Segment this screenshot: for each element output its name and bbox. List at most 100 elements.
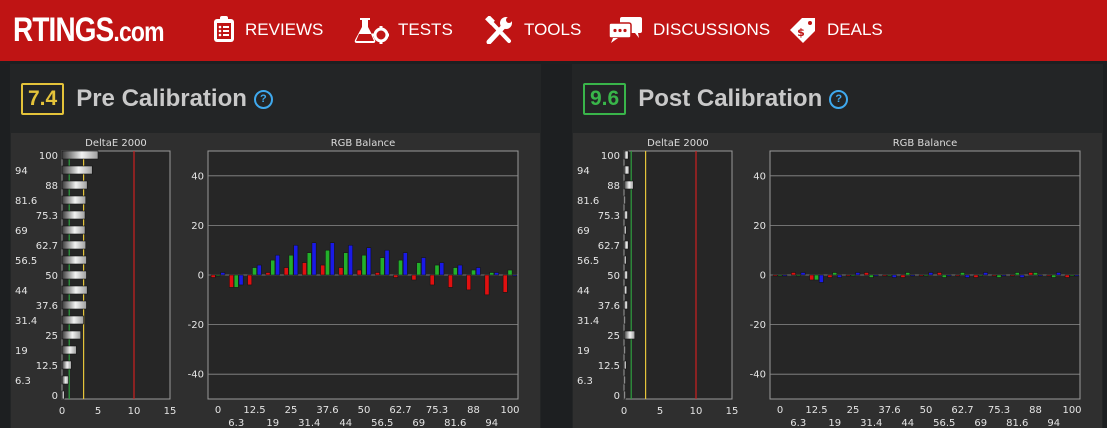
- rgb-x-tick-label: 31.4: [860, 418, 882, 428]
- score-badge: 7.4: [21, 83, 65, 115]
- rgb-x-tick-label: 81.6: [444, 418, 466, 428]
- rgb-bar-red: [882, 274, 888, 277]
- site-logo[interactable]: RTINGS.com: [13, 10, 165, 52]
- rgb-bar-red: [411, 274, 417, 281]
- rgb-x-tick-label: 56.5: [371, 418, 393, 428]
- rgb-bar-blue: [800, 272, 806, 276]
- nav-deals[interactable]: $ DEALS: [788, 15, 883, 45]
- rgb-bar-blue: [1037, 274, 1043, 277]
- rgb-bar-red: [1028, 272, 1034, 276]
- clipboard-icon: [214, 16, 234, 42]
- deltae-bar: [623, 330, 636, 340]
- rgb-bar-blue: [873, 274, 879, 277]
- deltae-category-label: 44: [577, 286, 590, 297]
- deltae-bar: [61, 210, 86, 220]
- rgb-bar-red: [809, 274, 815, 281]
- rgb-bar-green: [379, 257, 385, 276]
- rgb-bar-blue: [782, 274, 788, 277]
- deltae-bar: [623, 180, 634, 190]
- deltae-category-label: 0: [614, 391, 620, 402]
- rgb-bar-green: [1051, 274, 1057, 278]
- rgb-x-tick-label: 37.6: [878, 405, 900, 416]
- deltae-bar: [623, 390, 626, 400]
- deltae-category-label: 75.3: [36, 211, 58, 222]
- deltae-category-label: 81.6: [15, 196, 37, 207]
- rgb-bar-blue: [457, 264, 463, 276]
- rgb-bar-green: [452, 267, 458, 276]
- nav-discussions[interactable]: DISCUSSIONS: [608, 15, 770, 45]
- rgb-y-tick-label: -40: [750, 370, 766, 381]
- deltae-bar: [623, 300, 628, 310]
- rgb-x-tick-label: 62.7: [389, 405, 411, 416]
- rgb-x-tick-label: 100: [500, 405, 519, 416]
- rgb-x-tick-label: 19: [828, 418, 841, 428]
- nav-tests[interactable]: TESTS: [353, 15, 453, 45]
- deltae-category-label: 100: [601, 151, 620, 162]
- rgb-bar-green: [1069, 274, 1075, 277]
- rgb-bar-green: [1014, 272, 1020, 276]
- deltae-category-label: 75.3: [598, 211, 620, 222]
- panel-title: Pre Calibration: [76, 85, 247, 112]
- rgb-x-tick-label: 44: [901, 418, 914, 428]
- deltae-bar: [623, 345, 626, 355]
- nav-reviews[interactable]: REVIEWS: [212, 15, 323, 45]
- rgb-bar-red: [937, 272, 942, 276]
- deltae-bar: [61, 225, 86, 235]
- flask-icon: [354, 18, 389, 44]
- rgb-bar-green: [288, 254, 294, 276]
- rgb-bar-blue: [818, 274, 824, 283]
- rgb-bar-blue: [329, 242, 335, 276]
- rgb-bar-green: [814, 274, 819, 281]
- rgb-bar-red: [973, 274, 979, 278]
- rgb-bar-blue: [1019, 274, 1025, 278]
- rgb-bar-green: [507, 269, 513, 276]
- rgb-bar-blue: [348, 244, 353, 276]
- rgb-bar-red: [320, 264, 326, 276]
- rgb-bar-blue: [256, 264, 262, 276]
- rgb-bar-green: [434, 264, 440, 276]
- deltae-category-label: 88: [607, 181, 620, 192]
- nav-tools[interactable]: TOOLS: [485, 15, 581, 45]
- rgb-y-tick-label: 0: [760, 271, 766, 282]
- help-icon[interactable]: ?: [253, 89, 273, 109]
- deltae-category-label: 37.6: [598, 301, 620, 312]
- rgb-x-tick-label: 81.6: [1006, 418, 1028, 428]
- deltae-bar: [61, 270, 87, 280]
- rgb-bar-red: [791, 272, 796, 276]
- rgb-bar-green: [850, 274, 856, 277]
- top-nav: RTINGS.com REVIEWS TESTS TOOLS DISCUSSIO…: [0, 0, 1107, 61]
- deltae-bar: [623, 150, 629, 160]
- rgb-x-tick-label: 50: [358, 405, 371, 416]
- rgb-bar-blue: [311, 242, 317, 276]
- help-icon[interactable]: ?: [829, 89, 849, 109]
- rgb-bar-red: [900, 274, 906, 278]
- deltae-bar: [61, 330, 82, 340]
- rgb-bar-green: [777, 274, 783, 277]
- rgb-x-tick-label: 62.7: [951, 405, 973, 416]
- rgb-x-tick-label: 75.3: [988, 405, 1010, 416]
- rgb-bar-red: [502, 274, 508, 293]
- rgb-bar-red: [466, 274, 472, 291]
- post-calibration-chart-canvas: DeltaE 2000100948881.675.36962.756.55044…: [577, 138, 1082, 428]
- deltae-category-label: 37.6: [36, 301, 58, 312]
- pre-calibration-panel: 7.4 Pre Calibration ? DeltaE 2000 100 94 88…: [10, 64, 541, 428]
- deltae-bar: [623, 315, 626, 325]
- rgb-x-tick-label: 69: [974, 418, 987, 428]
- rgb-x-tick-label: 6.3: [790, 418, 806, 428]
- deltae-category-label: 12.5: [598, 361, 620, 372]
- deltae-category-label: 19: [15, 346, 28, 357]
- rgb-bar-blue: [238, 274, 244, 286]
- rgb-bar-blue: [1001, 274, 1007, 277]
- rgb-bar-green: [306, 252, 312, 276]
- rgb-bar-red: [283, 267, 289, 276]
- deltae-bar: [623, 270, 628, 280]
- rgb-bar-green: [923, 274, 929, 277]
- deltae-plot-area: [623, 150, 733, 400]
- rgb-x-tick-label: 12.5: [243, 405, 265, 416]
- deltae-category-label: 0: [52, 391, 58, 402]
- rgb-bar-green: [471, 269, 476, 276]
- deltae-category-label: 25: [45, 331, 58, 342]
- deltae-bar: [61, 180, 88, 190]
- rgb-y-tick-label: -20: [750, 320, 766, 331]
- rgb-bar-red: [1010, 274, 1015, 277]
